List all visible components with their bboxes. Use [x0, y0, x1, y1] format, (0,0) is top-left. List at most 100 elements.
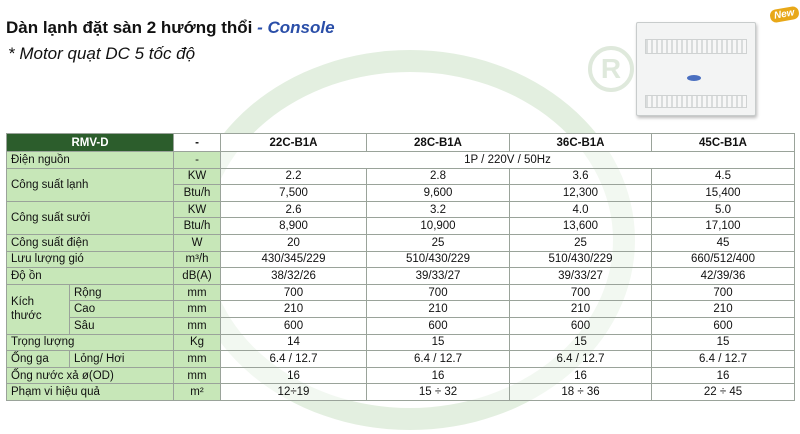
- row-label: Trọng lượng: [6, 333, 174, 352]
- cell-value: 45: [651, 233, 795, 252]
- registered-mark-watermark: R: [588, 46, 634, 92]
- page-title: Dàn lạnh đặt sàn 2 hướng thổi - Console: [6, 18, 335, 38]
- cell-value: 8,900: [220, 217, 367, 235]
- cell-value: 15: [366, 333, 510, 352]
- cell-value: 6.4 / 12.7: [651, 350, 795, 368]
- table-row: Điện nguồn - 1P / 220V / 50Hz: [6, 151, 795, 169]
- cell-value: 9,600: [366, 184, 510, 202]
- header-model: 22C-B1A: [220, 133, 367, 152]
- table-row: Công suất sưởi KW 2.6 3.2 4.0 5.0: [6, 200, 795, 235]
- table-row: Phạm vi hiệu quả m² 12÷19 15 ÷ 32 18 ÷ 3…: [6, 383, 795, 401]
- cell-value: 2.8: [366, 167, 510, 186]
- row-label: Lưu lượng gió: [6, 250, 174, 269]
- cell-value: 430/345/229: [220, 250, 367, 269]
- cell-value: 2.2: [220, 167, 367, 186]
- row-unit: Btu/h: [173, 217, 221, 235]
- table-row: Ống ga Lỏng/ Hơi mm 6.4 / 12.7 6.4 / 12.…: [6, 350, 795, 368]
- cell-value: 700: [509, 283, 652, 302]
- cell-value: 15,400: [651, 184, 795, 202]
- cell-value: 16: [220, 366, 367, 385]
- header-unit: -: [173, 133, 221, 152]
- table-row: Cao mm 210 210 210 210: [7, 300, 795, 318]
- row-unit: W: [173, 233, 221, 252]
- cell-value: 600: [366, 316, 510, 335]
- cell-value: 13,600: [509, 217, 652, 235]
- cell-value: 600: [651, 316, 795, 335]
- table-row: Sâu mm 600 600 600 600: [7, 316, 795, 335]
- cell-value: 510/430/229: [509, 250, 652, 269]
- cell-value: 7,500: [220, 184, 367, 202]
- cell-value: 25: [509, 233, 652, 252]
- row-sublabel: Sâu: [69, 316, 174, 335]
- row-label: Công suất điện: [6, 233, 174, 252]
- cell-value: 6.4 / 12.7: [366, 350, 510, 368]
- unit-top-vent: [645, 39, 747, 54]
- cell-value: 700: [651, 283, 795, 302]
- table-row: Công suất điện W 20 25 25 45: [6, 233, 795, 252]
- row-unit: KW: [173, 167, 221, 186]
- cell-value: 42/39/36: [651, 267, 795, 285]
- cell-value: 3.6: [509, 167, 652, 186]
- cell-value: 15: [509, 333, 652, 352]
- cell-value: 660/512/400: [651, 250, 795, 269]
- cell-value: 20: [220, 233, 367, 252]
- cell-value: 16: [651, 366, 795, 385]
- table-row: Trọng lượng Kg 14 15 15 15: [6, 333, 795, 352]
- cell-value: 3.2: [366, 200, 510, 219]
- cell-value: 17,100: [651, 217, 795, 235]
- brand-logo-icon: [687, 75, 701, 81]
- cell-value: 12÷19: [220, 383, 367, 401]
- row-label: Ống nước xả ø(OD): [6, 366, 174, 385]
- unit-bottom-vent: [645, 95, 747, 108]
- cell-value: 4.5: [651, 167, 795, 186]
- table-row: Kích thước Rộng mm 700 700 700 700: [6, 283, 795, 335]
- row-label: Độ ồn: [6, 267, 174, 285]
- table-row: Lưu lượng gió m³/h 430/345/229 510/430/2…: [6, 250, 795, 269]
- cell-value: 15 ÷ 32: [366, 383, 510, 401]
- cell-value: 210: [651, 300, 795, 318]
- cell-value: 700: [220, 283, 367, 302]
- cell-value: 600: [509, 316, 652, 335]
- cell-value: 5.0: [651, 200, 795, 219]
- cell-value: 12,300: [509, 184, 652, 202]
- row-label: Công suất sưởi: [6, 200, 174, 235]
- row-unit: KW: [173, 200, 221, 219]
- row-unit: Btu/h: [173, 184, 221, 202]
- row-sublabel: Lỏng/ Hơi: [69, 350, 174, 368]
- cell-value: 4.0: [509, 200, 652, 219]
- title-dash: -: [252, 18, 268, 37]
- cell-value: 600: [220, 316, 367, 335]
- new-badge: New: [769, 5, 800, 24]
- spec-table: RMV-D - 22C-B1A 28C-B1A 36C-B1A 45C-B1A …: [6, 133, 795, 401]
- row-unit: m³/h: [173, 250, 221, 269]
- table-row: Công suất lạnh KW 2.2 2.8 3.6 4.5: [6, 167, 795, 202]
- row-label: Phạm vi hiệu quả: [6, 383, 174, 401]
- row-unit: mm: [173, 366, 221, 385]
- title-model: Console: [267, 18, 335, 37]
- cell-value: 38/32/26: [220, 267, 367, 285]
- cell-value: 210: [220, 300, 367, 318]
- cell-value: 2.6: [220, 200, 367, 219]
- row-unit: dB(A): [173, 267, 221, 285]
- cell-value: 39/33/27: [509, 267, 652, 285]
- row-unit: mm: [173, 316, 221, 335]
- cell-value: 15: [651, 333, 795, 352]
- row-sublabel: Cao: [69, 300, 174, 318]
- cell-value: 1P / 220V / 50Hz: [220, 151, 795, 169]
- row-unit: Kg: [173, 333, 221, 352]
- row-label: Công suất lạnh: [6, 167, 174, 202]
- cell-value: 16: [509, 366, 652, 385]
- cell-value: 10,900: [366, 217, 510, 235]
- row-unit: mm: [173, 300, 221, 318]
- header-model-line: RMV-D: [6, 133, 174, 152]
- title-main: Dàn lạnh đặt sàn 2 hướng thổi: [6, 18, 253, 37]
- cell-value: 18 ÷ 36: [509, 383, 652, 401]
- cell-value: 510/430/229: [366, 250, 510, 269]
- cell-value: 6.4 / 12.7: [509, 350, 652, 368]
- row-unit: m²: [173, 383, 221, 401]
- table-header-row: RMV-D - 22C-B1A 28C-B1A 36C-B1A 45C-B1A: [6, 133, 795, 152]
- cell-value: 210: [366, 300, 510, 318]
- cell-value: 16: [366, 366, 510, 385]
- row-unit: mm: [173, 350, 221, 368]
- header-model: 28C-B1A: [366, 133, 510, 152]
